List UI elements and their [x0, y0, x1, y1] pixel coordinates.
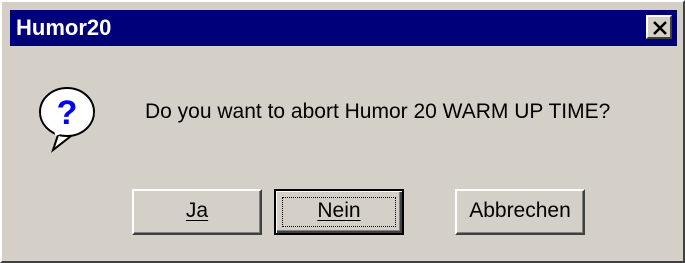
dialog-message: Do you want to abort Humor 20 WARM UP TI…	[145, 100, 611, 123]
yes-button-label: Ja	[185, 199, 209, 222]
close-icon	[653, 21, 667, 35]
cancel-button[interactable]: Abbrechen	[455, 189, 585, 235]
message-dialog: Humor20 ? Do you want to abort Humor 20 …	[0, 0, 685, 263]
close-button[interactable]	[646, 15, 672, 39]
yes-button[interactable]: Ja	[132, 189, 262, 235]
svg-text:?: ?	[57, 94, 78, 132]
window-title: Humor20	[16, 15, 112, 40]
no-button[interactable]: Nein	[274, 189, 404, 235]
question-icon: ?	[35, 82, 107, 159]
cancel-button-label: Abbrechen	[469, 199, 571, 222]
title-bar[interactable]: Humor20	[10, 10, 677, 46]
no-button-label: Nein	[317, 199, 361, 222]
